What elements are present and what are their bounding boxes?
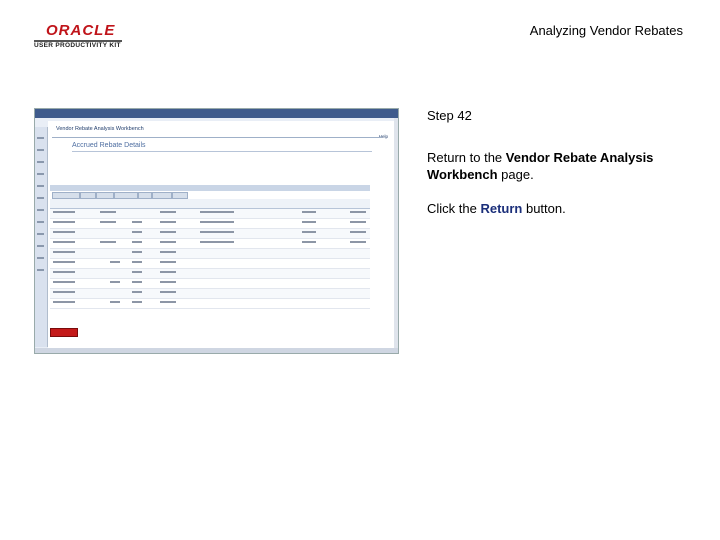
grid-tabs	[50, 192, 370, 199]
screenshot-section-title: Accrued Rebate Details	[72, 142, 146, 149]
logo-wordmark: ORACLE	[46, 22, 116, 39]
instruction-return-text: Return to the Vendor Rebate Analysis Wor…	[427, 149, 697, 183]
instruction-text: page.	[497, 167, 534, 182]
grid-header-bar	[50, 185, 370, 191]
table-row	[50, 279, 370, 289]
screenshot-section-divider	[72, 151, 372, 152]
screenshot-vertical-scrollbar[interactable]	[394, 118, 398, 348]
instruction-click-text: Click the Return button.	[427, 200, 697, 217]
table-row	[50, 229, 370, 239]
return-label: Return	[480, 201, 523, 216]
oracle-upk-logo: ORACLE USER PRODUCTIVITY KIT	[34, 22, 124, 49]
table-row	[50, 249, 370, 259]
screenshot-top-nav	[35, 109, 398, 118]
table-row	[50, 259, 370, 269]
table-row	[50, 299, 370, 309]
instruction-text: button.	[522, 201, 566, 216]
page-title: Analyzing Vendor Rebates	[529, 23, 683, 38]
table-row	[50, 239, 370, 249]
grid-column-headers	[50, 199, 370, 209]
step-number: Step 42	[427, 108, 472, 123]
screenshot-horizontal-scrollbar[interactable]	[35, 348, 398, 353]
table-row	[50, 269, 370, 279]
table-row	[50, 219, 370, 229]
screenshot-divider	[52, 137, 382, 138]
logo-subtitle: USER PRODUCTIVITY KIT	[34, 42, 121, 49]
screenshot-rebate-grid	[50, 185, 370, 320]
table-row	[50, 289, 370, 299]
application-screenshot: Vendor Rebate Analysis Workbench Help Ac…	[34, 108, 399, 354]
instruction-text: Return to the	[427, 150, 506, 165]
instruction-text: Click the	[427, 201, 481, 216]
return-button[interactable]	[50, 328, 78, 337]
screenshot-main-panel: Vendor Rebate Analysis Workbench Help Ac…	[48, 121, 394, 349]
screenshot-left-menu	[35, 127, 48, 347]
screenshot-workbench-title: Vendor Rebate Analysis Workbench	[56, 126, 144, 132]
table-row	[50, 209, 370, 219]
